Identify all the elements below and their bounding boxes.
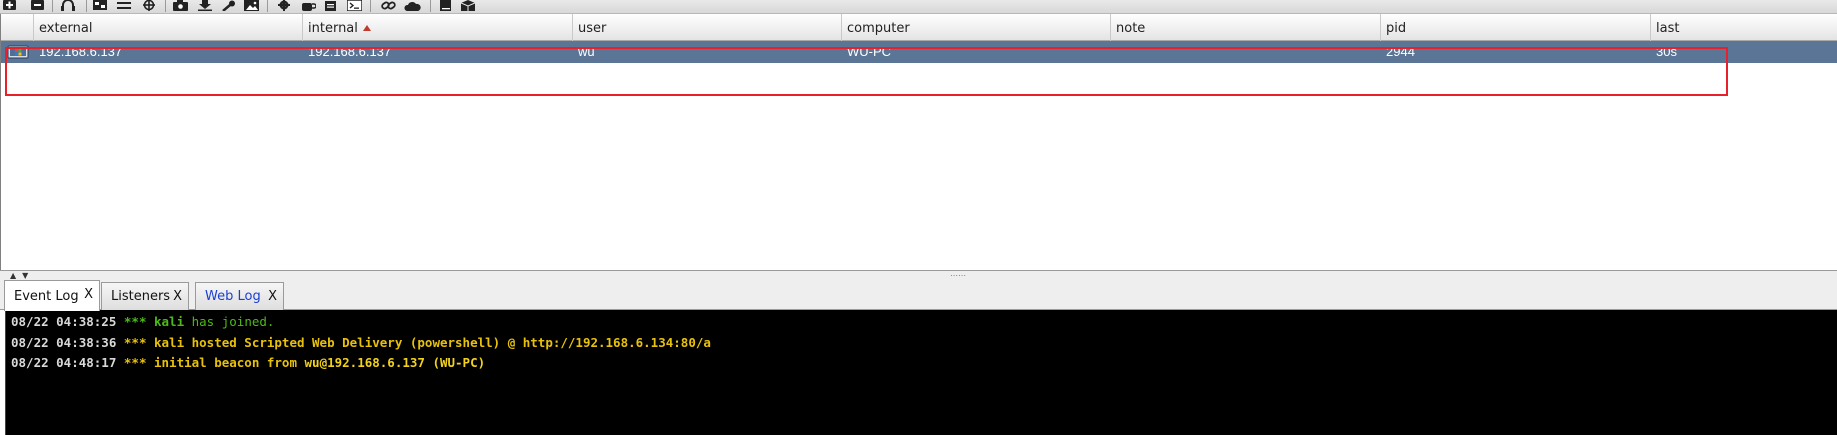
tab-close-button[interactable]: X: [268, 289, 277, 304]
sort-ascending-icon: [362, 25, 371, 31]
tab-close-button[interactable]: X: [84, 287, 93, 302]
coffee-icon[interactable]: [300, 0, 316, 12]
sessions-table: external internal user computer note pid…: [0, 14, 1837, 270]
column-header-user[interactable]: user: [573, 14, 842, 41]
column-header-last[interactable]: last: [1651, 14, 1837, 41]
log-message: has joined.: [184, 314, 275, 329]
table-row[interactable]: 192.168.6.137 192.168.6.137 wu WU-PC 294…: [1, 41, 1837, 63]
download-icon[interactable]: [197, 0, 213, 12]
windows-beacon-icon: [7, 45, 29, 59]
toolbar-separator: [370, 0, 371, 12]
list-icon[interactable]: [116, 0, 132, 12]
cell-note: [1111, 41, 1381, 63]
tab-label: Listeners: [111, 289, 171, 304]
column-label: computer: [847, 21, 910, 36]
toolbar-separator: [86, 0, 87, 12]
log-marker: ***: [123, 355, 147, 370]
log-timestamp: 08/22 04:38:25: [11, 314, 117, 329]
key-icon[interactable]: [220, 0, 236, 12]
toolbar-separator: [165, 0, 166, 12]
book-icon[interactable]: [439, 0, 453, 12]
terminal-icon[interactable]: [346, 0, 362, 12]
column-label: note: [1116, 21, 1146, 36]
log-timestamp: 08/22 04:38:36: [11, 334, 117, 350]
table-header: external internal user computer note pid…: [1, 14, 1837, 41]
cell-user: wu: [578, 44, 595, 59]
cell-computer: WU-PC: [847, 44, 892, 59]
column-header-external[interactable]: external: [34, 14, 303, 41]
log-message: initial beacon from: [146, 355, 305, 370]
column-header-icon[interactable]: [1, 14, 34, 41]
link-icon[interactable]: [380, 0, 396, 12]
tab-event-log[interactable]: Event Log X: [4, 280, 100, 311]
gear-icon[interactable]: [276, 0, 292, 12]
cloud-icon[interactable]: [403, 0, 421, 12]
log-user: kali: [146, 314, 185, 329]
column-label: last: [1656, 21, 1680, 36]
column-header-computer[interactable]: computer: [842, 14, 1111, 41]
image-icon[interactable]: [243, 0, 259, 12]
column-header-internal[interactable]: internal: [303, 14, 573, 41]
column-label: pid: [1386, 21, 1407, 36]
toolbar: [0, 0, 1837, 14]
log-marker: ***: [123, 334, 147, 350]
cell-pid: 2944: [1386, 44, 1415, 59]
cell-internal: 192.168.6.137: [308, 44, 392, 59]
log-timestamp: 08/22 04:48:17: [11, 355, 117, 370]
column-label: external: [39, 21, 93, 36]
target-board-icon[interactable]: [92, 0, 108, 12]
tab-bar: Event Log X Listeners X Web Log X: [0, 280, 1837, 311]
column-header-note[interactable]: note: [1111, 14, 1381, 41]
column-label: user: [578, 21, 607, 36]
tab-listeners[interactable]: Listeners X: [101, 282, 189, 310]
column-header-pid[interactable]: pid: [1381, 14, 1651, 41]
cell-last: 30s: [1656, 44, 1677, 59]
collapse-arrows-icon[interactable]: ▲▼: [10, 272, 34, 280]
package-icon[interactable]: [460, 0, 476, 12]
camera-icon[interactable]: [172, 0, 188, 12]
split-pane-divider[interactable]: ▲▼ ⋯⋯: [0, 270, 1837, 280]
toolbar-separator: [430, 0, 431, 12]
event-log-console[interactable]: 08/22 04:38:25 *** kali has joined. 08/2…: [5, 310, 1837, 435]
plus-icon[interactable]: [2, 0, 16, 12]
log-line: 08/22 04:48:17 *** initial beacon from w…: [11, 353, 1837, 374]
cobalt-strike-window: external internal user computer note pid…: [0, 0, 1837, 435]
log-line: 08/22 04:38:25 *** kali has joined.: [11, 312, 1837, 333]
column-label: internal: [308, 21, 358, 36]
clipboard-icon[interactable]: [323, 0, 339, 12]
minus-icon[interactable]: [30, 0, 44, 12]
log-marker: ***: [123, 314, 147, 329]
crosshair-icon[interactable]: [141, 0, 157, 12]
splitter-grip-icon[interactable]: ⋯⋯: [950, 272, 966, 280]
headphones-icon[interactable]: [60, 0, 76, 12]
toolbar-separator: [52, 0, 53, 12]
cell-external: 192.168.6.137: [39, 44, 123, 59]
log-line: 08/22 04:38:36 *** kali hosted Scripted …: [11, 333, 1837, 354]
tab-label: Event Log: [14, 288, 79, 304]
tab-web-log[interactable]: Web Log X: [195, 282, 284, 310]
tab-label: Web Log: [205, 289, 261, 304]
tab-close-button[interactable]: X: [173, 289, 182, 304]
log-message: kali hosted Scripted Web Delivery (power…: [146, 334, 711, 350]
log-beacon-id: wu@192.168.6.137 (WU-PC): [304, 355, 486, 370]
toolbar-separator: [267, 0, 268, 12]
